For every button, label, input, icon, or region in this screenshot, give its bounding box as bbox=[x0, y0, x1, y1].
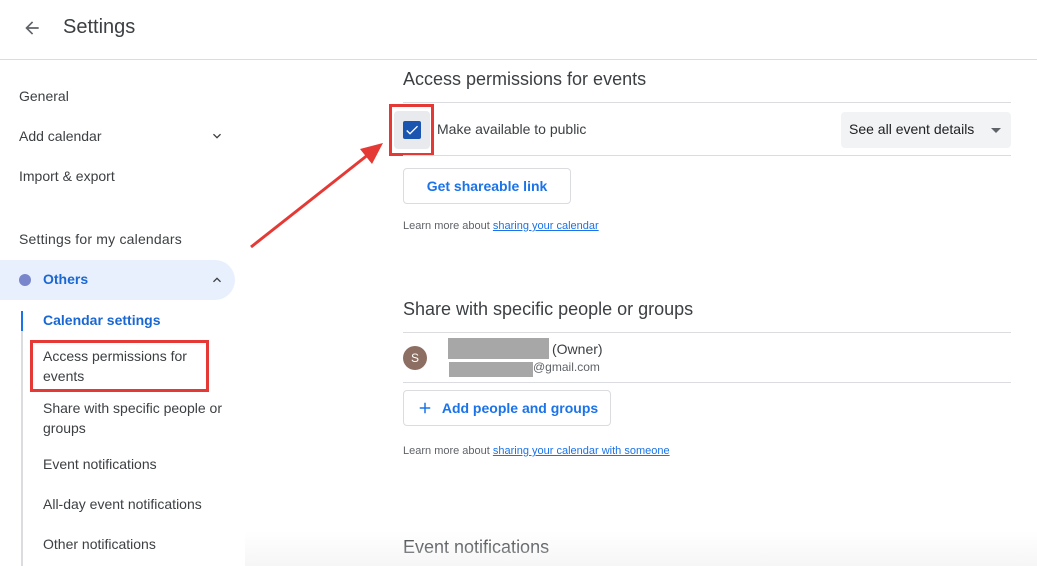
dropdown-caret-icon bbox=[991, 128, 1001, 133]
sidebar-item-add-calendar[interactable]: Add calendar bbox=[19, 126, 102, 146]
divider bbox=[403, 382, 1011, 383]
sub-nav-active-marker bbox=[21, 311, 23, 331]
page-title: Settings bbox=[63, 16, 136, 38]
main-content: Access permissions for events Make avail… bbox=[245, 61, 1037, 566]
chevron-up-icon[interactable] bbox=[209, 272, 225, 288]
sidebar-sub-calendar-settings[interactable]: Calendar settings bbox=[43, 310, 160, 330]
calendar-name: Others bbox=[43, 271, 89, 287]
learn-more-sharing-someone: Learn more about sharing your calendar w… bbox=[403, 445, 670, 457]
sharing-calendar-link[interactable]: sharing your calendar bbox=[493, 220, 599, 232]
redacted-name bbox=[448, 338, 549, 359]
scroll-fade bbox=[245, 531, 1037, 566]
divider bbox=[403, 155, 1011, 156]
arrow-back-icon bbox=[25, 21, 39, 35]
calendar-color-dot bbox=[19, 274, 31, 286]
event-notifications-heading: Event notifications bbox=[403, 537, 550, 557]
sidebar-sub-allday-notifications[interactable]: All-day event notifications bbox=[43, 494, 202, 514]
sidebar-sub-access-permissions[interactable]: Access permissions for events bbox=[43, 346, 213, 386]
sidebar-item-others[interactable]: Others bbox=[0, 260, 235, 300]
divider bbox=[403, 102, 1011, 103]
sub-nav-rail bbox=[21, 311, 23, 566]
owner-email-suffix: @gmail.com bbox=[533, 360, 600, 374]
get-shareable-link-button[interactable]: Get shareable link bbox=[403, 168, 571, 204]
section-heading: Settings for my calendars bbox=[19, 231, 182, 247]
sidebar-item-general[interactable]: General bbox=[19, 86, 69, 106]
top-bar: Settings bbox=[0, 0, 1037, 60]
back-button[interactable] bbox=[18, 14, 46, 42]
public-checkbox-label: Make available to public bbox=[437, 121, 587, 137]
sharing-with-someone-link[interactable]: sharing your calendar with someone bbox=[493, 445, 670, 457]
sidebar-sub-other-notifications[interactable]: Other notifications bbox=[43, 534, 156, 554]
redacted-email bbox=[449, 362, 533, 377]
add-people-button[interactable]: Add people and groups bbox=[403, 390, 611, 426]
avatar: S bbox=[403, 346, 427, 370]
sidebar-item-import-export[interactable]: Import & export bbox=[19, 166, 115, 186]
divider bbox=[403, 332, 1011, 333]
checkmark-icon bbox=[406, 125, 418, 135]
sidebar-sub-share-people[interactable]: Share with specific people or groups bbox=[43, 398, 223, 438]
select-value: See all event details bbox=[849, 121, 975, 137]
owner-role: (Owner) bbox=[552, 341, 603, 357]
sidebar: General Add calendar Import & export Set… bbox=[0, 61, 245, 566]
learn-more-sharing: Learn more about sharing your calendar bbox=[403, 220, 599, 232]
sidebar-sub-event-notifications[interactable]: Event notifications bbox=[43, 454, 157, 474]
public-checkbox[interactable] bbox=[403, 121, 421, 139]
event-details-select[interactable]: See all event details bbox=[841, 112, 1011, 148]
plus-icon bbox=[419, 402, 431, 414]
access-permissions-heading: Access permissions for events bbox=[403, 69, 647, 89]
share-heading: Share with specific people or groups bbox=[403, 299, 694, 319]
chevron-down-icon[interactable] bbox=[209, 128, 225, 144]
